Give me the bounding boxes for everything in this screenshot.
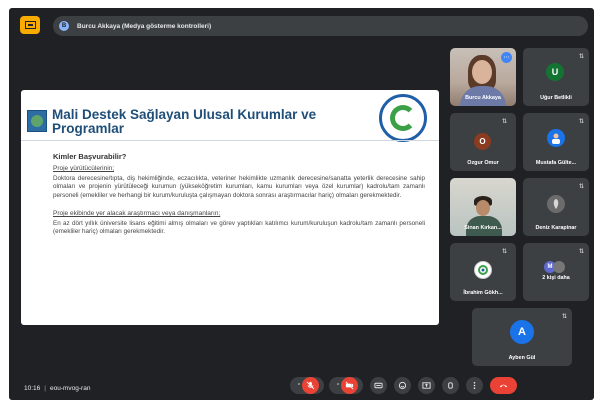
mic-off-button[interactable] bbox=[302, 377, 320, 394]
more-vertical-icon bbox=[473, 381, 476, 390]
presentation-icon bbox=[24, 20, 36, 29]
chevron-up-icon[interactable]: ^ bbox=[337, 383, 339, 389]
participant-tile[interactable]: ⇅ O Ozgur Omur bbox=[450, 113, 516, 171]
participant-name: Burcu Akkaya bbox=[465, 95, 501, 101]
captions-control[interactable] bbox=[370, 377, 387, 394]
microphone-control[interactable]: ^ bbox=[290, 377, 324, 394]
more-participants-label: 2 kişi daha bbox=[542, 275, 570, 281]
profile-photo-icon bbox=[552, 133, 560, 144]
participant-tile[interactable]: Sinan Kırkan... bbox=[450, 178, 516, 236]
slide-divider bbox=[21, 140, 439, 141]
pin-icon[interactable]: ⇅ bbox=[579, 53, 584, 60]
slide-title: Mali Destek Sağlayan Ulusal Kurumlar ve … bbox=[52, 107, 317, 136]
avatar: A bbox=[510, 320, 534, 344]
hang-up-icon bbox=[499, 384, 508, 388]
slide-subheading-2: Proje ekibinde yer alacak araştırmacı ve… bbox=[53, 209, 221, 217]
emoji-button[interactable] bbox=[394, 377, 411, 394]
profile-photo-icon bbox=[553, 199, 559, 209]
chevron-up-icon[interactable]: ^ bbox=[298, 383, 300, 389]
participant-name: Sinan Kırkan... bbox=[464, 225, 502, 231]
participant-tile[interactable]: ⋯ Burcu Akkaya bbox=[450, 48, 516, 106]
captions-button[interactable] bbox=[370, 377, 387, 394]
university-logo-icon bbox=[478, 265, 488, 275]
pin-icon[interactable]: ⇅ bbox=[502, 248, 507, 255]
presentation-chip[interactable] bbox=[20, 16, 40, 34]
more-options-control[interactable] bbox=[466, 377, 483, 394]
university-seal-logo bbox=[379, 94, 427, 142]
emoji-control[interactable] bbox=[394, 377, 411, 394]
slide-section-heading: Kimler Başvurabilir? bbox=[53, 152, 127, 161]
emoji-icon bbox=[398, 381, 407, 390]
captions-icon bbox=[374, 382, 383, 389]
participant-tile[interactable]: ⇅ U Uğur Betlikli bbox=[523, 48, 589, 106]
slide-paragraph-1: Doktora derecesine/tıpta, diş hekimliğin… bbox=[53, 175, 425, 199]
hand-icon bbox=[448, 382, 453, 389]
presenter-avatar: B bbox=[59, 21, 69, 31]
raise-hand-button[interactable] bbox=[442, 377, 459, 394]
avatar: U bbox=[546, 63, 564, 81]
camera-off-button[interactable] bbox=[341, 377, 359, 394]
present-screen-icon bbox=[422, 382, 431, 389]
slide-body: Kimler Başvurabilir? Proje yürütücülerin… bbox=[53, 152, 425, 236]
avatar-stack bbox=[553, 261, 565, 273]
meeting-info: 10:16 | eou-mvog-ran bbox=[24, 385, 91, 392]
slide-paragraph-2: En az dört yıllık üniversite lisans eğit… bbox=[53, 219, 425, 236]
presenter-banner: B Burcu Akkaya (Medya gösterme kontrolle… bbox=[53, 16, 588, 36]
participant-name: Deniz Karapinar bbox=[535, 225, 577, 231]
pin-icon[interactable]: ⇅ bbox=[579, 118, 584, 125]
participant-name: Uğur Betlikli bbox=[540, 95, 572, 101]
participant-name: Mustafa Gülte... bbox=[535, 160, 577, 166]
leave-call-control[interactable] bbox=[490, 377, 517, 394]
avatar bbox=[474, 261, 492, 279]
slide-logo bbox=[27, 110, 47, 132]
present-control[interactable] bbox=[418, 377, 435, 394]
meet-window: B Burcu Akkaya (Medya gösterme kontrolle… bbox=[9, 8, 594, 400]
presenter-banner-text: Burcu Akkaya (Medya gösterme kontrolleri… bbox=[77, 22, 212, 30]
present-screen-button[interactable] bbox=[418, 377, 435, 394]
participant-tile[interactable]: ⇅ Mustafa Gülte... bbox=[523, 113, 589, 171]
participant-tile[interactable]: ⇅ A Ayben Gül bbox=[472, 308, 572, 366]
mic-off-icon bbox=[306, 381, 315, 390]
participant-tile[interactable]: ⇅ Deniz Karapinar bbox=[523, 178, 589, 236]
slide-subheading-1: Proje yürütücülerinin; bbox=[53, 165, 115, 172]
more-options-icon[interactable]: ⋯ bbox=[501, 52, 512, 63]
raise-hand-control[interactable] bbox=[442, 377, 459, 394]
participant-name: Ozgur Omur bbox=[467, 160, 499, 166]
pin-icon[interactable]: ⇅ bbox=[562, 313, 567, 320]
meeting-code[interactable]: eou-mvog-ran bbox=[50, 385, 90, 392]
participant-tile[interactable]: ⇅ M 2 kişi daha bbox=[523, 243, 589, 301]
camera-control[interactable]: ^ bbox=[329, 377, 363, 394]
shared-screen-slide: Mali Destek Sağlayan Ulusal Kurumlar ve … bbox=[21, 90, 439, 325]
avatar bbox=[547, 195, 565, 213]
leave-call-button[interactable] bbox=[490, 377, 517, 394]
pin-icon[interactable]: ⇅ bbox=[579, 183, 584, 190]
camera-off-icon bbox=[345, 381, 354, 390]
pin-icon[interactable]: ⇅ bbox=[579, 248, 584, 255]
avatar: O bbox=[474, 133, 491, 150]
more-options-button[interactable] bbox=[466, 377, 483, 394]
participant-tile[interactable]: ⇅ İbrahim Gökh... bbox=[450, 243, 516, 301]
participant-name: Ayben Gül bbox=[508, 355, 536, 361]
pin-icon[interactable]: ⇅ bbox=[502, 118, 507, 125]
avatar bbox=[547, 129, 565, 147]
meeting-time: 10:16 bbox=[24, 385, 41, 392]
participant-name: İbrahim Gökh... bbox=[463, 290, 503, 296]
